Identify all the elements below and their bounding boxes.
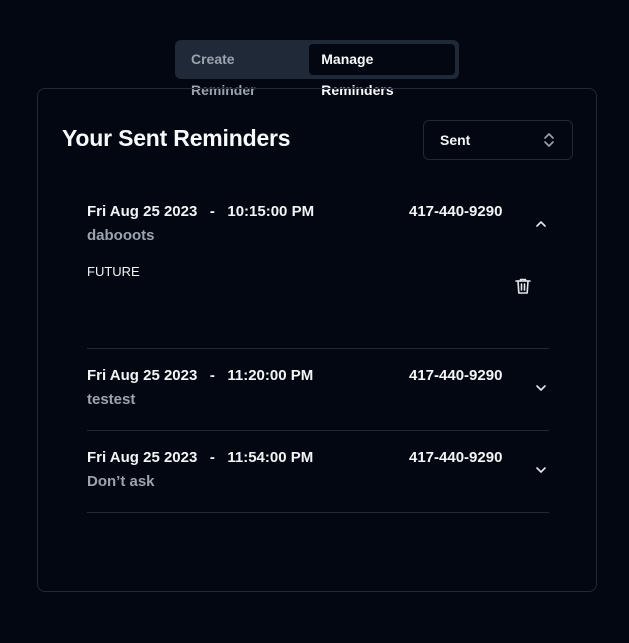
reminder-time: 10:15:00 PM [227,203,315,220]
reminder-message: testest [87,391,136,408]
reminder-phone: 417-440-9290 [409,367,503,384]
reminder-details: FUTURE [87,264,549,348]
list-item: Fri Aug 25 2023 - 11:20:00 PM 417-440-92… [87,349,549,431]
reminder-list: Fri Aug 25 2023 - 10:15:00 PM 417-440-92… [87,185,549,513]
reminder-datetime: Fri Aug 25 2023 - 10:15:00 PM [87,203,314,220]
reminder-header[interactable]: Fri Aug 25 2023 - 11:20:00 PM 417-440-92… [87,349,549,430]
page-title: Your Sent Reminders [62,125,291,151]
reminder-date: Fri Aug 25 2023 [87,203,198,220]
reminder-time: 11:54:00 PM [227,449,314,466]
reminder-message: Don’t ask [87,473,155,490]
tab-bar: Create Reminder Manage Reminders [175,40,459,98]
chevron-up-down-icon [544,133,554,147]
trash-icon[interactable] [513,276,533,296]
reminder-separator: - [209,449,215,466]
tab-manage-reminders[interactable]: Manage Reminders [309,44,455,98]
reminder-phone: 417-440-9290 [409,203,503,220]
reminder-date: Fri Aug 25 2023 [87,367,198,384]
reminder-message: dabooots [87,227,155,244]
reminder-separator: - [209,203,215,220]
chevron-up-icon[interactable] [533,216,549,232]
status-filter-value: Sent [440,132,471,148]
tab-create-reminder[interactable]: Create Reminder [179,44,309,98]
reminder-time: 11:20:00 PM [227,367,314,384]
reminder-separator: - [209,367,215,384]
reminder-header[interactable]: Fri Aug 25 2023 - 10:15:00 PM 417-440-92… [87,185,549,266]
reminder-phone: 417-440-9290 [409,449,503,466]
reminder-status: FUTURE [87,264,140,279]
list-item: Fri Aug 25 2023 - 11:54:00 PM 417-440-92… [87,431,549,513]
reminder-date: Fri Aug 25 2023 [87,449,198,466]
reminder-header[interactable]: Fri Aug 25 2023 - 11:54:00 PM 417-440-92… [87,431,549,512]
status-filter-select[interactable]: Sent [423,120,573,160]
chevron-down-icon[interactable] [533,380,549,396]
reminder-datetime: Fri Aug 25 2023 - 11:54:00 PM [87,449,313,466]
list-item: Fri Aug 25 2023 - 10:15:00 PM 417-440-92… [87,185,549,349]
reminders-card: Your Sent Reminders Sent Fri Aug 25 2023… [37,88,597,592]
chevron-down-icon[interactable] [533,462,549,478]
reminder-datetime: Fri Aug 25 2023 - 11:20:00 PM [87,367,313,384]
